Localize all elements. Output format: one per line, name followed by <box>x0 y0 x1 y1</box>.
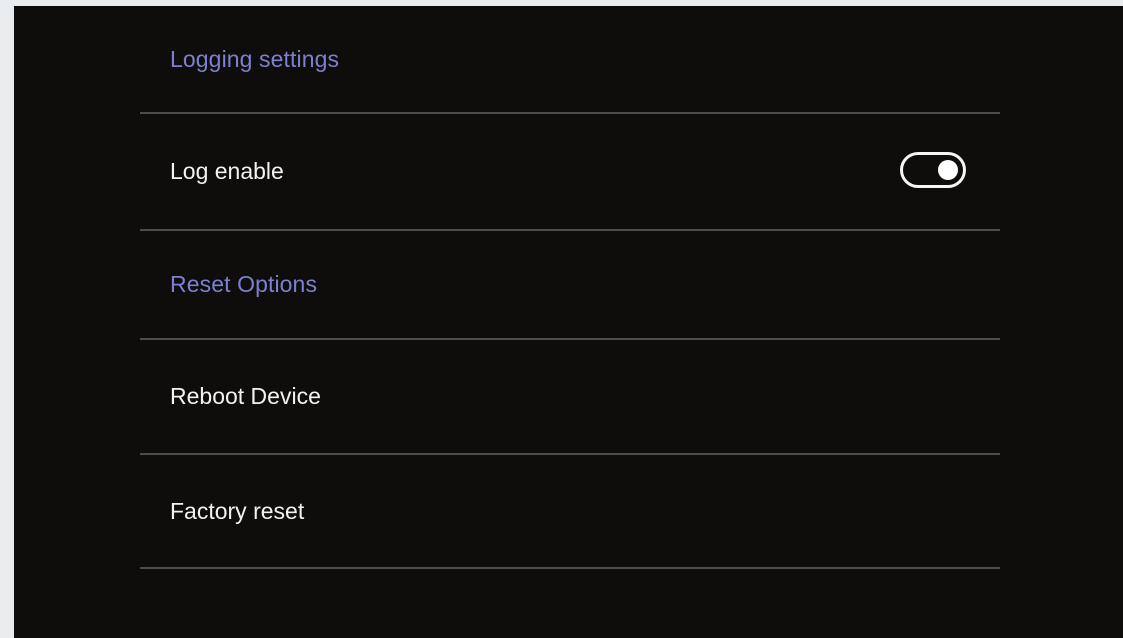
section-header-label: Logging settings <box>170 46 340 72</box>
setting-label: Factory reset <box>170 497 305 524</box>
toggle-knob <box>938 159 958 180</box>
section-header-reset: Reset Options <box>140 231 1000 340</box>
settings-list: Logging settings Log enable Reset Option… <box>140 6 1000 569</box>
setting-reboot-device[interactable]: Reboot Device <box>140 340 1000 455</box>
section-header-label: Reset Options <box>170 271 318 297</box>
settings-screen: Logging settings Log enable Reset Option… <box>14 6 1123 638</box>
section-header-logging: Logging settings <box>140 6 1000 114</box>
setting-label: Log enable <box>170 158 284 184</box>
setting-log-enable[interactable]: Log enable <box>140 114 1000 231</box>
setting-label: Reboot Device <box>170 383 321 409</box>
log-enable-toggle[interactable] <box>900 151 966 188</box>
setting-factory-reset[interactable]: Factory reset <box>140 455 1000 569</box>
